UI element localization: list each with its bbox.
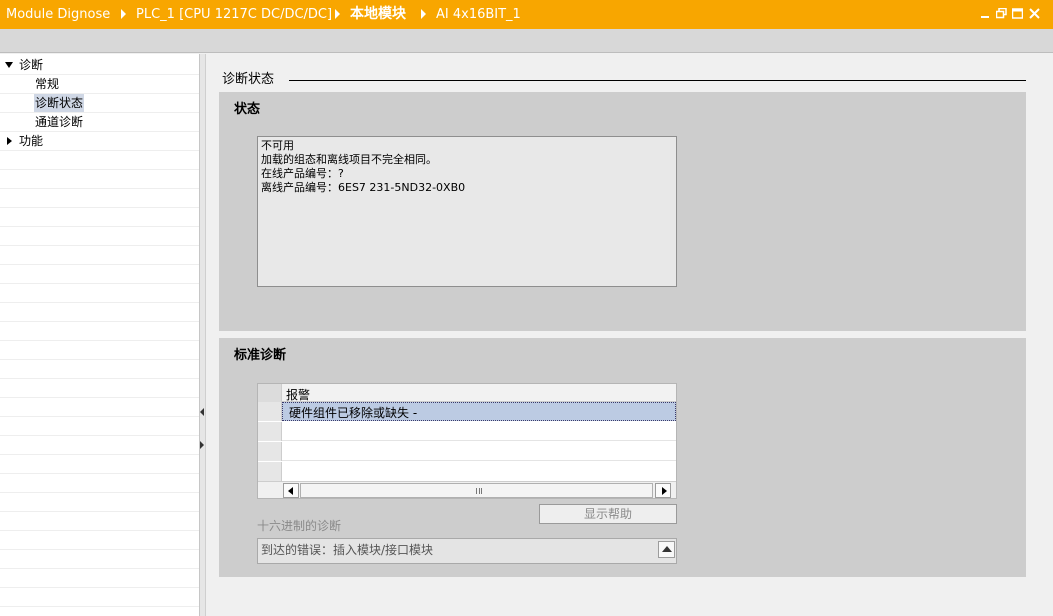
alarm-table-header: 报警 [258, 384, 676, 402]
status-panel-title: 状态 [234, 102, 261, 117]
row-selector[interactable] [258, 422, 282, 441]
row-selector[interactable] [258, 402, 282, 421]
tree-empty-row [0, 341, 199, 360]
tree-empty-row [0, 493, 199, 512]
tree-item-label: 功能 [19, 134, 44, 148]
tree-empty-row [0, 455, 199, 474]
tree-empty-row [0, 322, 199, 341]
tree-empty-row [0, 208, 199, 227]
main-content: 诊断状态 状态 不可用 加载的组态和离线项目不完全相同。 在线产品编号：? 离线… [207, 54, 1053, 616]
navigation-tree: 诊断 常规 诊断状态 通道诊断 功能 [0, 54, 200, 616]
status-line: 在线产品编号：? [261, 167, 344, 180]
tree-empty-row [0, 151, 199, 170]
tree-empty-row [0, 398, 199, 417]
tree-empty-row [0, 379, 199, 398]
status-line: 不可用 [261, 139, 294, 152]
table-row[interactable] [258, 462, 676, 481]
table-row[interactable] [258, 422, 676, 441]
breadcrumb-separator-icon [421, 9, 426, 19]
row-selector[interactable] [258, 462, 282, 481]
expand-arrow-icon[interactable] [5, 62, 13, 68]
minimize-icon[interactable] [980, 8, 991, 19]
tree-empty-row [0, 303, 199, 322]
hex-diagnostics-box: 到达的错误：插入模块/接口模块 [257, 538, 677, 564]
tree-item-label: 通道诊断 [35, 115, 84, 129]
tree-empty-row [0, 531, 199, 550]
tree-empty-row [0, 227, 199, 246]
maximize-icon[interactable] [1011, 8, 1024, 19]
column-header-alarm[interactable]: 报警 [286, 386, 310, 403]
collapse-left-icon[interactable] [200, 408, 204, 416]
chevron-right-icon [662, 487, 667, 495]
breadcrumb-module-dignose[interactable]: Module Dignose [6, 0, 110, 29]
chevron-left-icon [288, 487, 293, 495]
tree-item-label: 诊断状态 [34, 94, 85, 112]
breadcrumb-separator-icon [335, 9, 340, 19]
standard-diagnostics-title: 标准诊断 [234, 348, 287, 363]
grip-icon [476, 488, 482, 494]
standard-diagnostics-panel: 标准诊断 报警 硬件组件已移除或缺失 - 十六进制的诊断 显示帮助 到达的错误：… [219, 338, 1026, 577]
tree-empty-row [0, 474, 199, 493]
table-row[interactable]: 硬件组件已移除或缺失 - [258, 402, 676, 421]
tree-empty-row [0, 265, 199, 284]
section-divider [289, 80, 1026, 81]
row-selector-header[interactable] [258, 384, 282, 402]
status-panel: 状态 不可用 加载的组态和离线项目不完全相同。 在线产品编号：? 离线产品编号：… [219, 92, 1026, 331]
panel-splitter[interactable] [200, 54, 206, 616]
tree-empty-row [0, 569, 199, 588]
section-title: 诊断状态 [222, 72, 275, 87]
hex-diagnostics-label: 十六进制的诊断 [257, 519, 342, 533]
scroll-right-button[interactable] [655, 483, 671, 498]
restore-icon[interactable] [995, 7, 1007, 19]
tree-empty-row [0, 550, 199, 569]
tree-empty-row [0, 588, 199, 607]
status-line: 离线产品编号：6ES7 231-5ND32-0XB0 [261, 181, 466, 194]
chevron-up-icon [662, 546, 672, 552]
tree-item-general[interactable]: 常规 [0, 75, 199, 94]
tree-empty-row [0, 417, 199, 436]
tree-empty-row [0, 284, 199, 303]
row-selector[interactable] [258, 442, 282, 461]
tree-empty-row [0, 246, 199, 265]
scroll-up-button[interactable] [658, 541, 675, 558]
expand-right-icon[interactable] [200, 441, 204, 449]
show-help-button[interactable]: 显示帮助 [539, 504, 677, 524]
alarm-table: 报警 硬件组件已移除或缺失 - [257, 383, 677, 499]
alarm-text: 硬件组件已移除或缺失 - [289, 406, 418, 420]
tree-item-label: 诊断 [19, 58, 44, 72]
tree-item-channel-diagnostics[interactable]: 通道诊断 [0, 113, 199, 132]
toolbar [0, 29, 1053, 53]
tree-empty-row [0, 512, 199, 531]
breadcrumb-local-modules[interactable]: 本地模块 [350, 0, 406, 29]
title-bar: Module Dignose PLC_1 [CPU 1217C DC/DC/DC… [0, 0, 1053, 29]
status-line: 加载的组态和离线项目不完全相同。 [261, 153, 437, 166]
tree-item-diagnostics[interactable]: 诊断 [0, 56, 199, 75]
status-text-box: 不可用 加载的组态和离线项目不完全相同。 在线产品编号：? 离线产品编号：6ES… [257, 136, 677, 287]
tree-empty-row [0, 189, 199, 208]
tree-empty-row [0, 436, 199, 455]
table-row[interactable] [258, 442, 676, 461]
tree-item-functions[interactable]: 功能 [0, 132, 199, 151]
scrollbar-thumb[interactable] [300, 483, 653, 498]
breadcrumb-plc[interactable]: PLC_1 [CPU 1217C DC/DC/DC] [136, 0, 332, 29]
collapse-arrow-icon[interactable] [7, 137, 12, 145]
tree-item-diagnostic-status[interactable]: 诊断状态 [0, 94, 199, 113]
breadcrumb-separator-icon [121, 9, 126, 19]
tree-empty-row [0, 170, 199, 189]
scroll-left-button[interactable] [283, 483, 299, 498]
close-icon[interactable] [1029, 8, 1040, 19]
tree-item-label: 常规 [35, 77, 60, 91]
horizontal-scrollbar[interactable] [258, 481, 676, 498]
breadcrumb-module[interactable]: AI 4x16BIT_1 [436, 0, 521, 29]
tree-empty-row [0, 360, 199, 379]
hex-diagnostics-text: 到达的错误：插入模块/接口模块 [261, 543, 434, 557]
